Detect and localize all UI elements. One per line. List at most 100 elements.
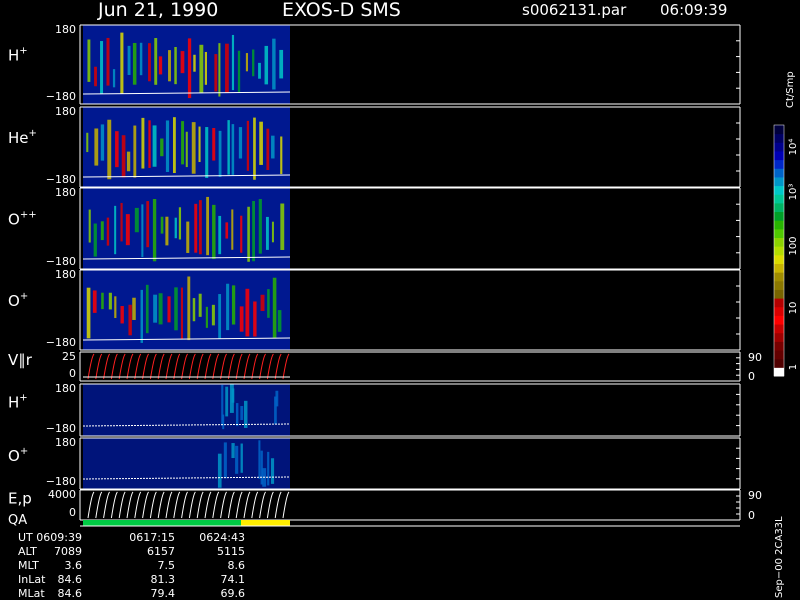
panel-7: E,p 4000 0 90 0 <box>8 488 762 522</box>
panel-spectrogram-bg <box>83 384 290 436</box>
spectrogram-streak <box>107 119 112 180</box>
colorbar-unit: Ct/Smp <box>785 71 796 108</box>
spectrogram-streak <box>140 289 144 343</box>
colorbar-swatch <box>774 220 784 230</box>
spectrogram-streak <box>231 124 235 175</box>
colorbar-swatch <box>774 324 784 334</box>
spectrogram-streak <box>152 198 157 262</box>
y-tick-top: 180 <box>55 268 76 281</box>
footer-row-name: ALT <box>18 545 37 558</box>
spectrogram-streak <box>186 221 190 253</box>
spectrogram-streak <box>253 117 256 180</box>
y-tick-top: 4000 <box>48 488 76 501</box>
trace-line <box>149 353 157 380</box>
spectrogram-streak <box>165 120 170 172</box>
footer-row-value: 8.6 <box>228 559 246 572</box>
footer-row-name: UT <box>18 531 33 544</box>
panel-0: H+ 180 −180 <box>8 23 741 105</box>
colorbar-swatch <box>774 332 784 342</box>
spectrogram-streak <box>120 306 124 324</box>
panel-2: O++ 180 −180 <box>8 186 741 270</box>
spectrogram-streak <box>94 66 97 87</box>
panel-3: O+ 180 −180 <box>8 268 741 351</box>
spectrogram-streak <box>146 201 150 248</box>
trace-line <box>165 491 173 519</box>
spectrogram-streak <box>258 62 261 79</box>
spectrogram-streak <box>174 46 177 85</box>
spectrogram-streak <box>279 49 284 79</box>
spectrogram-streak <box>246 120 250 171</box>
colorbar-swatch <box>774 168 784 178</box>
spectrogram-streak <box>204 51 207 85</box>
spectrogram-streak <box>225 386 229 417</box>
trace-line <box>266 353 274 380</box>
trace-line <box>157 491 165 519</box>
spectrogram-streak <box>132 297 136 320</box>
footer-row-value: 79.4 <box>151 587 176 600</box>
trace-line <box>181 353 189 380</box>
colorbar-swatch <box>774 202 784 213</box>
footer-row-value: 5115 <box>217 545 245 558</box>
spectrogram-streak <box>206 196 210 256</box>
spectrogram-streak <box>266 128 270 171</box>
spectrogram-streak <box>93 223 97 257</box>
spectrogram-streak <box>127 45 131 75</box>
trace-line <box>95 491 103 519</box>
colorbar-swatch <box>774 280 784 290</box>
trace-line <box>196 491 204 519</box>
spectrogram-streak <box>240 406 244 421</box>
panel-label: H+ <box>8 46 28 65</box>
footer-row-name: MLat <box>18 587 45 600</box>
version-label: Sep−00 2CA33L <box>774 516 785 598</box>
footer-row-value: 74.1 <box>221 573 246 586</box>
spectrogram-streak <box>100 221 104 241</box>
qa-segment-fair <box>241 520 290 526</box>
trace-line <box>235 491 243 519</box>
colorbar-swatch <box>774 176 784 187</box>
colorbar-swatch <box>774 315 784 325</box>
spectrogram-streak <box>114 296 117 319</box>
colorbar-swatch <box>774 289 784 299</box>
spectrogram-streak <box>259 121 263 165</box>
header-instrument: EXOS-D SMS <box>282 0 401 21</box>
trace-line <box>188 491 196 519</box>
spectrogram-streak <box>126 151 131 172</box>
spectrogram-streak <box>212 128 216 161</box>
trace-line <box>251 353 259 380</box>
trace-line <box>212 353 220 380</box>
spectrogram-streak <box>247 206 250 262</box>
spectrogram-streak <box>88 209 91 243</box>
spectrogram-streak <box>120 32 124 94</box>
spectrogram-streak <box>267 451 270 486</box>
panel-label: O+ <box>8 291 28 310</box>
trace-line <box>204 353 212 380</box>
right-tick-label-top: 90 <box>748 351 762 364</box>
spectrogram-streak <box>106 217 110 246</box>
spectrogram-streak <box>153 294 158 323</box>
y-tick-top: 180 <box>55 186 76 199</box>
spectrogram-streak <box>253 301 257 337</box>
spectrogram-streak <box>165 216 169 246</box>
y-tick-top: 180 <box>55 105 76 118</box>
panel-label-sup: + <box>20 446 28 457</box>
footer-row-value: 0617:15 <box>129 531 175 544</box>
spectrogram-streak <box>218 43 221 97</box>
trace-line <box>220 491 228 519</box>
colorbar-tick-label: 10⁴ <box>788 139 799 156</box>
qa-segment-good <box>83 520 241 526</box>
spectrogram-streak <box>205 127 209 179</box>
y-tick-bottom: −180 <box>46 422 76 435</box>
y-tick-top: 25 <box>62 350 76 363</box>
y-tick-bottom: 0 <box>69 367 76 380</box>
trace-line <box>87 353 95 380</box>
trace-line <box>103 353 111 380</box>
colorbar: 10⁴ 10³ 100 10 1 <box>773 124 799 377</box>
y-tick-bottom: −180 <box>46 336 76 349</box>
trace-line <box>110 491 118 519</box>
colorbar-swatch <box>774 367 784 377</box>
panel-label: O++ <box>8 209 37 228</box>
spectrogram-streak <box>198 126 201 163</box>
spectrogram-streak <box>231 209 234 250</box>
trace-line <box>274 353 282 380</box>
trace-line <box>103 491 111 519</box>
